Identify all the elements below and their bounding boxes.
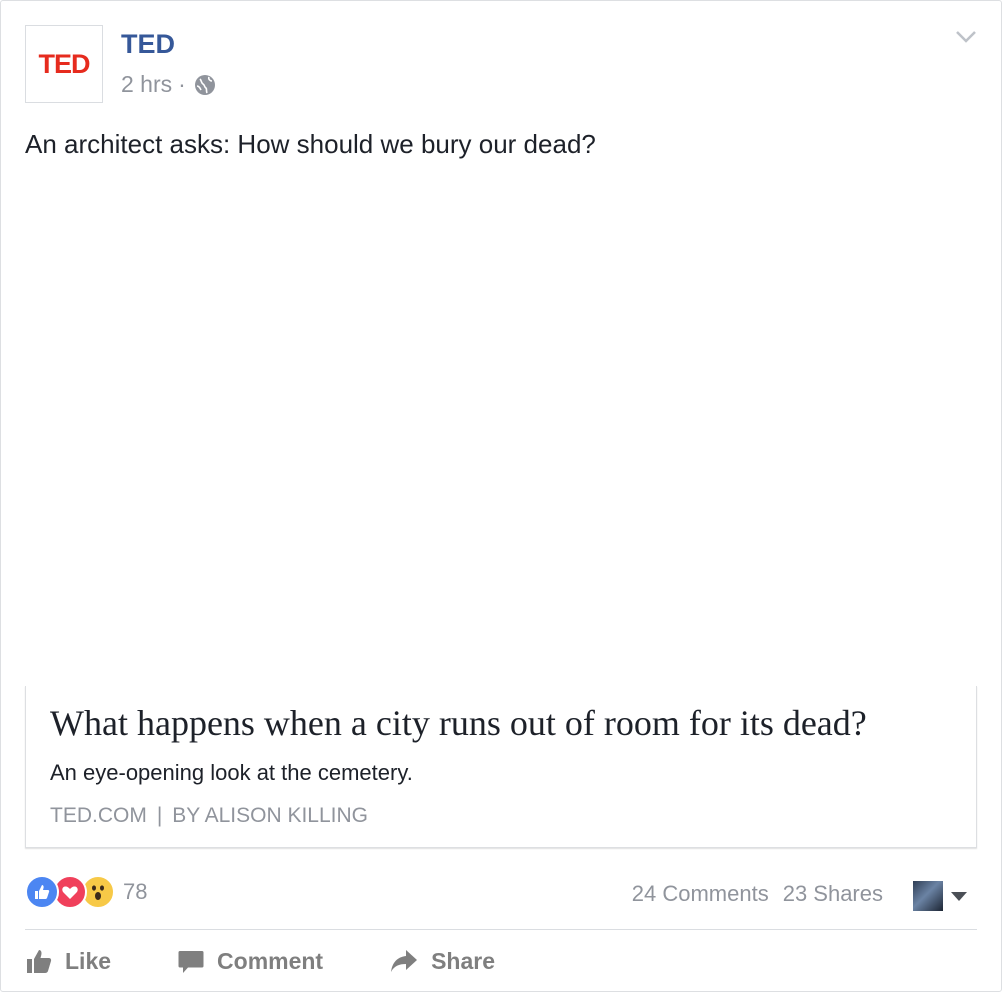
source-separator: | [156,804,163,827]
post-actions: Like Comment Share [25,941,561,981]
shares-count-link[interactable]: 23 Shares [783,881,883,907]
post-meta: 2 hrs · [121,71,216,98]
link-description: An eye-opening look at the cemetery. [50,760,413,785]
link-title[interactable]: What happens when a city runs out of roo… [50,702,867,744]
link-byline: BY ALISON KILLING [172,804,369,827]
comment-icon [178,951,204,973]
link-preview-image[interactable] [25,181,977,686]
page-name-link[interactable]: TED [121,29,175,60]
share-button[interactable]: Share [389,947,495,975]
comments-count-link[interactable]: 24 Comments [632,881,769,907]
post-text: An architect asks: How should we bury ou… [25,129,596,159]
thumbs-up-icon [27,950,52,973]
caret-down-icon[interactable] [951,892,967,902]
comment-label: Comment [217,947,324,974]
meta-separator: · [178,71,186,97]
link-preview[interactable]: What happens when a city runs out of roo… [25,686,977,848]
link-source: TED.COM | BY ALISON KILLING [50,804,368,828]
comment-share-counts: 24 Comments 23 Shares [632,881,883,907]
globe-icon[interactable] [194,74,216,96]
chevron-down-icon[interactable] [955,29,977,45]
link-domain: TED.COM [50,804,147,827]
actions-divider [25,929,977,930]
reaction-count[interactable]: 78 [123,879,147,905]
viewer-avatar[interactable] [913,881,943,911]
share-arrow-icon [391,950,418,972]
share-label: Share [431,947,496,974]
like-button[interactable]: Like [25,947,111,975]
post-card: TED TED 2 hrs · An architect asks: How s… [0,0,1002,992]
like-reaction-icon [25,875,59,909]
timestamp-link[interactable]: 2 hrs [121,71,172,98]
engagement-bar: 78 24 Comments 23 Shares [25,873,977,913]
ted-logo: TED [38,48,91,79]
like-label: Like [65,947,112,974]
page-avatar[interactable]: TED [25,25,103,103]
comment-button[interactable]: Comment [177,947,323,975]
reactions-summary[interactable]: 78 [25,875,147,909]
